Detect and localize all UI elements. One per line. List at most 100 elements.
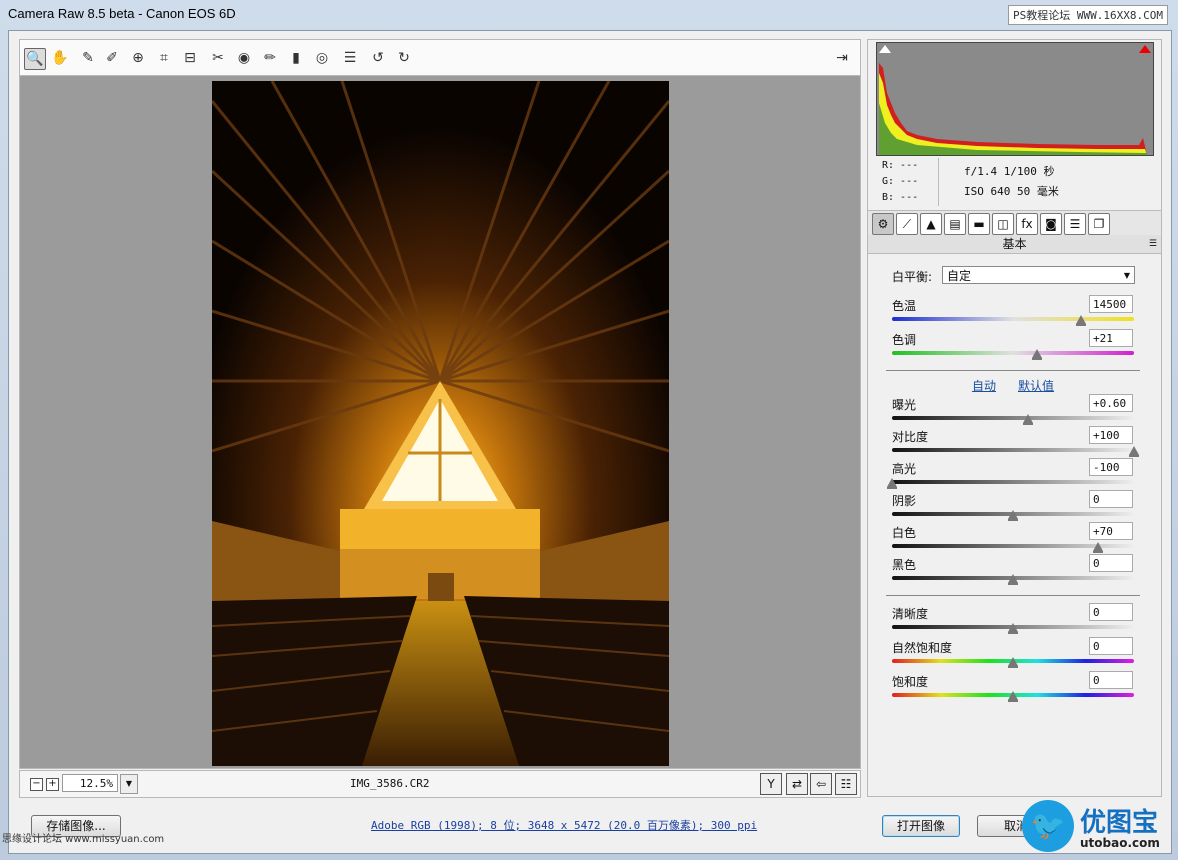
histogram-graph	[879, 63, 1147, 155]
color-sampler-tool-icon[interactable]: ✐	[102, 48, 122, 68]
targeted-adjustment-tool-icon[interactable]: ⊕	[128, 48, 148, 68]
tab-detail-icon[interactable]: ▲	[920, 213, 942, 235]
slider-label: 白色	[892, 526, 917, 540]
straighten-tool-icon[interactable]: ⊟	[180, 48, 200, 68]
panel-tabs: ⚙ ⟋ ▲ ▤ ▬ ◫ fx ◙ ☰ ❐	[868, 210, 1161, 236]
hand-tool-icon[interactable]: ✋	[50, 48, 70, 68]
adjustments-panel: R: --- G: --- B: --- f/1.4 1/100 秒 ISO 6…	[867, 39, 1162, 797]
preferences-icon[interactable]: ☰	[340, 48, 360, 68]
watermark-logo-text: 优图宝	[1080, 808, 1159, 838]
slider-label: 色温	[892, 299, 917, 313]
toggle-settings-icon[interactable]: ☷	[835, 773, 857, 795]
auto-link[interactable]: 自动	[972, 377, 996, 394]
tab-lens-corrections-icon[interactable]: ◫	[992, 213, 1014, 235]
slider-value-field[interactable]: 0	[1089, 490, 1133, 508]
white-balance-select[interactable]: 自定 ▼	[942, 266, 1135, 284]
tab-hsl-icon[interactable]: ▤	[944, 213, 966, 235]
slider-track[interactable]	[892, 317, 1134, 321]
slider-thumb[interactable]	[1032, 349, 1043, 360]
slider-thumb[interactable]	[1008, 657, 1018, 668]
exif-info: f/1.4 1/100 秒 ISO 640 50 毫米	[964, 162, 1059, 202]
slider-track[interactable]	[892, 351, 1134, 355]
footer: 存储图像... Adobe RGB (1998); 8 位; 3648 x 54…	[9, 807, 1171, 853]
b-value: B: ---	[882, 192, 919, 203]
slider-track[interactable]	[892, 480, 1134, 484]
slider-track[interactable]	[892, 416, 1134, 420]
white-balance-tool-icon[interactable]: ✎	[78, 48, 98, 68]
slider-thumb[interactable]	[1008, 623, 1018, 634]
swap-settings-icon[interactable]: ⇄	[786, 773, 808, 795]
slider-thumb[interactable]	[1075, 315, 1086, 326]
slider-thumb[interactable]	[1008, 510, 1018, 521]
tab-presets-icon[interactable]: ☰	[1064, 213, 1086, 235]
zoom-tool-icon[interactable]: 🔍	[24, 48, 46, 70]
slider-value-field[interactable]: +21	[1089, 329, 1133, 347]
open-image-button[interactable]: 打开图像	[882, 815, 960, 837]
title-bar: Camera Raw 8.5 beta - Canon EOS 6D PS教程论…	[0, 0, 1178, 30]
adjustment-brush-tool-icon[interactable]: ✏	[260, 48, 280, 68]
chapel-photo	[212, 81, 669, 766]
zoom-out-button[interactable]: −	[30, 778, 43, 791]
camera-raw-window: Camera Raw 8.5 beta - Canon EOS 6D PS教程论…	[0, 0, 1178, 860]
slider-value-field[interactable]: 14500	[1089, 295, 1133, 313]
exif-aperture-shutter: f/1.4 1/100 秒	[964, 165, 1055, 178]
section-header: 基本 ☰	[868, 235, 1161, 254]
preview-status-bar: − + 12.5% ▼ IMG_3586.CR2 Y ⇄ ⇦ ☷	[19, 770, 861, 798]
tab-snapshots-icon[interactable]: ❐	[1088, 213, 1110, 235]
tab-effects-icon[interactable]: fx	[1016, 213, 1038, 235]
red-eye-tool-icon[interactable]: ◉	[234, 48, 254, 68]
section-title: 基本	[1002, 237, 1027, 251]
watermark-logo-url: utobao.com	[1080, 836, 1160, 850]
g-value: G: ---	[882, 176, 919, 187]
before-after-y-icon[interactable]: Y	[760, 773, 782, 795]
zoom-dropdown-chevron-icon[interactable]: ▼	[120, 774, 138, 794]
highlight-clipping-warning-icon[interactable]	[1139, 45, 1151, 53]
workflow-options-link[interactable]: Adobe RGB (1998); 8 位; 3648 x 5472 (20.0…	[371, 817, 757, 833]
slider-label: 饱和度	[892, 675, 929, 689]
slider-value-field[interactable]: -100	[1089, 458, 1133, 476]
slider-value-field[interactable]: +100	[1089, 426, 1133, 444]
zoom-level-field[interactable]: 12.5%	[62, 774, 118, 792]
rotate-ccw-icon[interactable]: ↺	[368, 48, 388, 68]
tab-basic-icon[interactable]: ⚙	[872, 213, 894, 235]
slider-thumb[interactable]	[1022, 414, 1033, 425]
shadow-clipping-warning-icon[interactable]	[879, 45, 891, 53]
slider-label: 色调	[892, 333, 917, 347]
tab-tone-curve-icon[interactable]: ⟋	[896, 213, 918, 235]
slider-value-field[interactable]: 0	[1089, 554, 1133, 572]
default-link[interactable]: 默认值	[1018, 377, 1054, 394]
slider-thumb[interactable]	[887, 478, 897, 489]
panel-menu-icon[interactable]: ☰	[1149, 235, 1157, 253]
slider-value-field[interactable]: +0.60	[1089, 394, 1133, 412]
slider-value-field[interactable]: 0	[1089, 637, 1133, 655]
copy-settings-icon[interactable]: ⇦	[810, 773, 832, 795]
slider-label: 黑色	[892, 558, 917, 572]
rotate-cw-icon[interactable]: ↻	[394, 48, 414, 68]
watermark-top: PS教程论坛 WWW.16XX8.COM	[1008, 5, 1168, 25]
white-balance-value: 自定	[947, 269, 972, 283]
graduated-filter-tool-icon[interactable]: ▮	[286, 48, 306, 68]
slider-value-field[interactable]: 0	[1089, 603, 1133, 621]
slider-thumb[interactable]	[1092, 542, 1103, 553]
slider-label: 清晰度	[892, 607, 929, 621]
watermark-logo: 🐦 优图宝 utobao.com	[1022, 800, 1172, 856]
slider-track[interactable]	[892, 448, 1134, 452]
slider-label: 对比度	[892, 430, 929, 444]
tab-split-toning-icon[interactable]: ▬	[968, 213, 990, 235]
slider-value-field[interactable]: 0	[1089, 671, 1133, 689]
tab-camera-calibration-icon[interactable]: ◙	[1040, 213, 1062, 235]
zoom-in-button[interactable]: +	[46, 778, 59, 791]
rgb-readout: R: --- G: --- B: ---	[882, 158, 918, 206]
client-area: 🔍 ✋ ✎ ✐ ⊕ ⌗ ⊟ ✂ ◉ ✏ ▮ ◎ ☰ ↺ ↻ ⇥ − + 12.5…	[8, 30, 1172, 854]
slider-thumb[interactable]	[1129, 446, 1139, 457]
spot-removal-tool-icon[interactable]: ✂	[208, 48, 228, 68]
slider-thumb[interactable]	[1008, 574, 1018, 585]
fullscreen-icon[interactable]: ⇥	[832, 48, 852, 68]
window-title: Camera Raw 8.5 beta - Canon EOS 6D	[8, 6, 236, 21]
slider-thumb[interactable]	[1008, 691, 1018, 702]
crop-tool-icon[interactable]: ⌗	[154, 48, 174, 68]
radial-filter-tool-icon[interactable]: ◎	[312, 48, 332, 68]
slider-value-field[interactable]: +70	[1089, 522, 1133, 540]
slider-label: 曝光	[892, 398, 917, 412]
divider	[886, 595, 1140, 596]
